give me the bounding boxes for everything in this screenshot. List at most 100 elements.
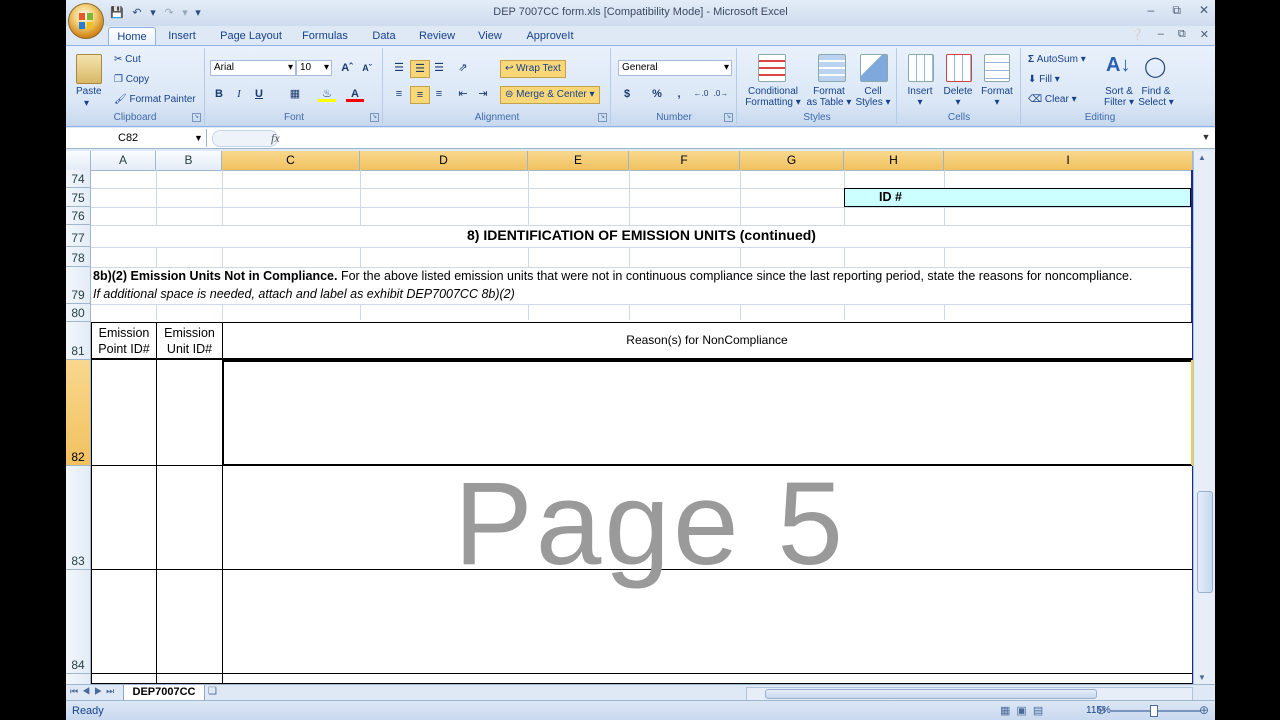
tab-data[interactable]: Data <box>366 27 402 46</box>
row-header-74[interactable]: 74 <box>66 170 91 188</box>
tab-approveit[interactable]: ApproveIt <box>522 27 578 46</box>
tab-home[interactable]: Home <box>108 27 156 47</box>
cell-a84[interactable] <box>92 571 155 673</box>
sort-filter-button[interactable]: Sort & Filter ▾ <box>1102 86 1136 108</box>
zoom-slider-handle[interactable] <box>1150 705 1158 717</box>
tab-review[interactable]: Review <box>414 27 460 46</box>
cell-a83[interactable] <box>92 467 155 569</box>
find-select-button[interactable]: Find & Select ▾ <box>1138 86 1174 108</box>
row-header-77[interactable]: 77 <box>66 225 91 247</box>
normal-view-icon[interactable]: ▦ <box>1000 704 1010 717</box>
insert-sheet-icon[interactable]: ❏ <box>208 686 224 698</box>
align-center-icon[interactable]: ≡ <box>410 86 430 104</box>
doc-close-icon[interactable]: ✕ <box>1200 28 1209 41</box>
align-bottom-icon[interactable]: ☰ <box>430 60 448 76</box>
close-icon[interactable]: ✕ <box>1199 3 1209 18</box>
merge-center-button[interactable]: ⊜ Merge & Center ▾ <box>500 86 600 104</box>
paste-button[interactable]: Paste <box>76 86 102 97</box>
page-break-view-icon[interactable]: ▤ <box>1033 704 1043 717</box>
selected-cell-c82[interactable] <box>222 360 1193 466</box>
cell-a82[interactable] <box>92 361 155 465</box>
horizontal-scroll-thumb[interactable] <box>765 689 1097 699</box>
col-header-b[interactable]: B <box>156 151 222 170</box>
font-color-icon[interactable]: A <box>346 86 364 102</box>
paste-dropdown-icon[interactable]: ▾ <box>84 98 89 109</box>
help-icon[interactable]: ❔ <box>1130 28 1144 41</box>
row-header-78[interactable]: 78 <box>66 247 91 267</box>
underline-button[interactable]: U <box>250 86 268 102</box>
align-right-icon[interactable]: ≡ <box>430 86 448 102</box>
scroll-down-icon[interactable]: ▼ <box>1198 673 1206 682</box>
name-box[interactable]: C82 ▼ <box>66 129 207 147</box>
percent-button[interactable]: % <box>648 86 666 102</box>
align-top-icon[interactable]: ☰ <box>390 60 408 76</box>
doc-minimize-icon[interactable]: – <box>1158 28 1164 41</box>
sheet-nav-icons[interactable]: ⏮◀▶⏭ <box>70 686 118 697</box>
shrink-font-icon[interactable]: Aˇ <box>358 60 376 76</box>
row-header-76[interactable]: 76 <box>66 207 91 225</box>
col-header-g[interactable]: G <box>740 151 844 170</box>
conditional-formatting-button[interactable]: Conditional Formatting ▾ <box>744 86 802 108</box>
scroll-up-icon[interactable]: ▲ <box>1198 153 1206 162</box>
copy-button[interactable]: ❐ Copy <box>114 74 149 85</box>
horizontal-scrollbar[interactable] <box>746 687 1193 701</box>
italic-button[interactable]: I <box>230 86 248 102</box>
zoom-out-icon[interactable]: ⊖ <box>1096 703 1106 717</box>
minimize-icon[interactable]: – <box>1148 3 1155 18</box>
format-painter-button[interactable]: 🖌 Format Painter <box>114 94 196 105</box>
row-header-79[interactable]: 79 <box>66 267 91 304</box>
worksheet-grid[interactable]: A B C D E F G H I 74 75 76 77 78 79 80 8… <box>66 151 1193 684</box>
clear-button[interactable]: ⌫ Clear ▾ <box>1028 94 1077 105</box>
format-cells-button[interactable]: Format ▾ <box>978 86 1016 108</box>
row-header-75[interactable]: 75 <box>66 188 91 207</box>
fill-color-icon[interactable]: ♨ <box>318 86 336 102</box>
autosum-button[interactable]: Σ AutoSum ▾ <box>1028 54 1086 65</box>
increase-indent-icon[interactable]: ⇥ <box>474 86 492 102</box>
font-name-select[interactable]: Arial ▾ <box>210 60 296 76</box>
col-header-e[interactable]: E <box>528 151 629 170</box>
cell-b84[interactable] <box>157 571 221 673</box>
page-layout-view-icon[interactable]: ▣ <box>1016 704 1026 717</box>
insert-cells-button[interactable]: Insert ▾ <box>904 86 936 108</box>
font-size-select[interactable]: 10 ▾ <box>296 60 332 76</box>
id-cell[interactable]: ID # <box>844 188 1191 207</box>
col-header-i[interactable]: I <box>944 151 1193 170</box>
tab-view[interactable]: View <box>470 27 510 46</box>
zoom-in-icon[interactable]: ⊕ <box>1199 703 1209 717</box>
grow-font-icon[interactable]: Aˆ <box>338 60 356 76</box>
vertical-scroll-thumb[interactable] <box>1197 491 1213 593</box>
align-middle-icon[interactable]: ☰ <box>410 60 430 78</box>
row-header-80[interactable]: 80 <box>66 304 91 322</box>
col-header-d[interactable]: D <box>360 151 528 170</box>
format-as-table-button[interactable]: Format as Table ▾ <box>806 86 852 108</box>
formula-input[interactable] <box>284 129 1195 147</box>
tab-page-layout[interactable]: Page Layout <box>216 27 286 46</box>
wrap-text-button[interactable]: ↩ Wrap Text <box>500 60 566 78</box>
align-left-icon[interactable]: ≡ <box>390 86 408 102</box>
fill-button[interactable]: ⬇ Fill ▾ <box>1028 74 1060 85</box>
orientation-icon[interactable]: ⇗ <box>454 60 472 76</box>
increase-decimal-icon[interactable]: ←.0 <box>692 86 710 102</box>
tab-formulas[interactable]: Formulas <box>298 27 352 46</box>
col-header-f[interactable]: F <box>629 151 740 170</box>
currency-button[interactable]: $ <box>618 86 636 102</box>
vertical-scrollbar[interactable]: ▲ ▼ <box>1193 151 1215 684</box>
col-header-c[interactable]: C <box>222 151 360 170</box>
decrease-indent-icon[interactable]: ⇤ <box>454 86 472 102</box>
select-all-corner[interactable] <box>66 151 91 170</box>
fx-icon[interactable]: fx <box>271 131 280 146</box>
col-header-h[interactable]: H <box>844 151 944 170</box>
doc-restore-icon[interactable]: ⧉ <box>1178 28 1186 41</box>
comma-button[interactable]: , <box>670 86 688 102</box>
alignment-launcher-icon[interactable]: ↘ <box>598 113 607 122</box>
restore-icon[interactable]: ⧉ <box>1172 3 1181 18</box>
clipboard-launcher-icon[interactable]: ↘ <box>192 113 201 122</box>
font-launcher-icon[interactable]: ↘ <box>370 113 379 122</box>
office-button[interactable] <box>68 3 104 39</box>
decrease-decimal-icon[interactable]: .0→ <box>712 86 730 102</box>
bold-button[interactable]: B <box>210 86 228 102</box>
cut-button[interactable]: ✂ Cut <box>114 54 141 65</box>
sheet-tab-dep7007cc[interactable]: DEP7007CC <box>123 685 205 701</box>
borders-icon[interactable]: ▦ <box>286 86 304 102</box>
cell-styles-button[interactable]: Cell Styles ▾ <box>854 86 892 108</box>
